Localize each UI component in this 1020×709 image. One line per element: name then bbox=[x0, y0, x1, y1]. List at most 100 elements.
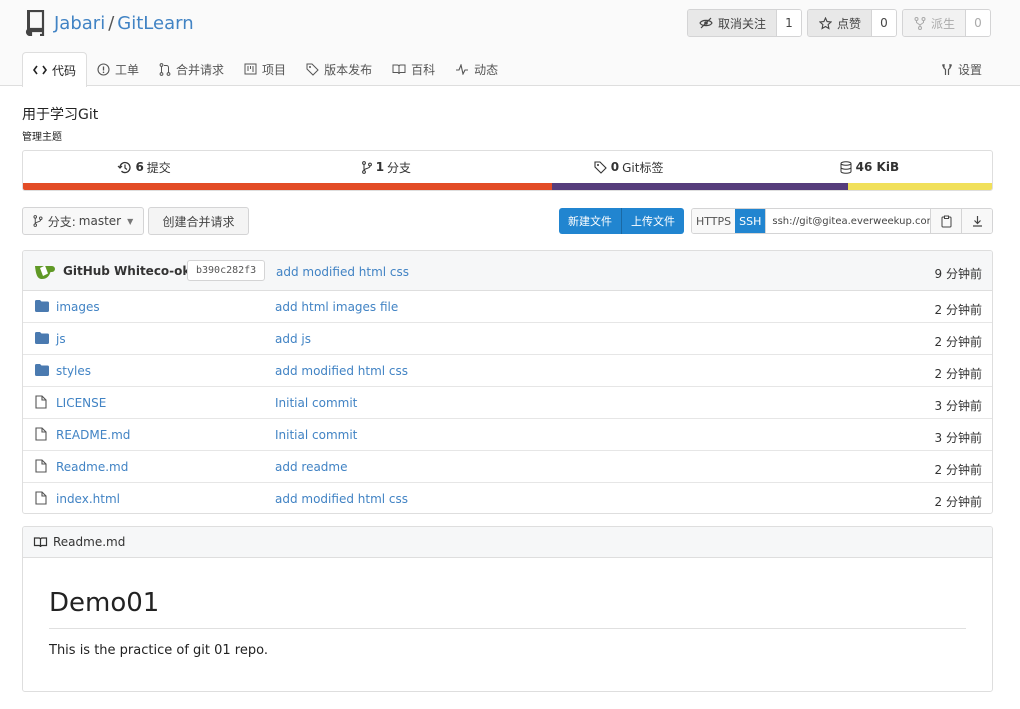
branches-count: 1 bbox=[375, 160, 385, 174]
book-icon bbox=[392, 64, 406, 75]
branches-stat[interactable]: 1 分支 bbox=[265, 159, 507, 176]
tags-label: Git标签 bbox=[622, 160, 664, 175]
readme-header: Readme.md bbox=[23, 527, 992, 558]
file-commit-link[interactable]: add modified html css bbox=[275, 492, 408, 506]
fork-button[interactable]: 派生 0 bbox=[901, 9, 991, 37]
ssh-button[interactable]: SSH bbox=[735, 209, 766, 233]
https-button[interactable]: HTTPS bbox=[692, 209, 736, 233]
download-icon bbox=[972, 216, 982, 227]
issue-icon bbox=[97, 62, 110, 76]
file-commit-link[interactable]: add readme bbox=[275, 460, 348, 474]
file-name-link[interactable]: LICENSE bbox=[56, 396, 106, 410]
copy-url-button[interactable] bbox=[930, 209, 961, 233]
repo-owner-link[interactable]: Jabari bbox=[54, 13, 105, 34]
tab-releases-label: 版本发布 bbox=[324, 62, 373, 77]
commit-message-link[interactable]: add modified html css bbox=[276, 265, 409, 279]
manage-topics-link[interactable]: 管理主题 bbox=[22, 128, 62, 143]
unwatch-label: 取消关注 bbox=[717, 16, 766, 31]
clone-url-input[interactable]: ssh://git@gitea.everweekup.com bbox=[765, 209, 930, 233]
repo-name-link[interactable]: GitLearn bbox=[117, 13, 193, 34]
file-name-link[interactable]: index.html bbox=[56, 492, 120, 506]
tab-settings[interactable]: 设置 bbox=[941, 52, 982, 86]
branches-label: 分支 bbox=[387, 160, 412, 175]
upload-file-button[interactable]: 上传文件 bbox=[621, 208, 684, 234]
tab-wiki[interactable]: 百科 bbox=[382, 52, 445, 86]
repo-header: Jabari / GitLearn 取消关注 1 点赞 0 派生 0 代码 工单… bbox=[0, 0, 1020, 87]
branch-name: master bbox=[78, 214, 122, 228]
tab-projects-label: 项目 bbox=[262, 62, 287, 77]
tab-wiki-label: 百科 bbox=[411, 62, 436, 77]
file-name-link[interactable]: styles bbox=[56, 364, 91, 378]
folder-icon bbox=[35, 332, 49, 344]
tag-icon bbox=[594, 160, 607, 174]
tab-code[interactable]: 代码 bbox=[22, 52, 88, 87]
commits-stat[interactable]: 6 提交 bbox=[23, 159, 265, 176]
file-name-link[interactable]: Readme.md bbox=[56, 460, 128, 474]
file-commit-link[interactable]: add js bbox=[275, 332, 311, 346]
branch-icon bbox=[33, 215, 43, 227]
fork-count[interactable]: 0 bbox=[966, 10, 990, 36]
watch-count[interactable]: 1 bbox=[776, 10, 801, 36]
file-name-link[interactable]: js bbox=[56, 332, 66, 346]
file-age: 2 分钟前 bbox=[934, 303, 982, 317]
database-icon bbox=[840, 160, 852, 174]
unwatch-button[interactable]: 取消关注 1 bbox=[686, 9, 802, 37]
table-row: Readme.md add readme 2 分钟前 bbox=[23, 451, 992, 483]
file-commit-link[interactable]: add modified html css bbox=[275, 364, 408, 378]
table-row: index.html add modified html css 2 分钟前 bbox=[23, 483, 992, 513]
commits-label: 提交 bbox=[146, 160, 171, 175]
file-commit-link[interactable]: Initial commit bbox=[275, 396, 357, 410]
file-age: 2 分钟前 bbox=[934, 463, 982, 477]
file-commit-link[interactable]: Initial commit bbox=[275, 428, 357, 442]
tab-issues[interactable]: 工单 bbox=[87, 52, 149, 86]
tags-stat[interactable]: 0 Git标签 bbox=[508, 159, 750, 176]
file-name-link[interactable]: images bbox=[56, 300, 100, 314]
new-file-button[interactable]: 新建文件 bbox=[559, 208, 621, 234]
new-pull-request-button[interactable]: 创建合并请求 bbox=[148, 207, 249, 235]
tab-pull-requests-label: 合并请求 bbox=[176, 62, 225, 77]
tag-icon bbox=[306, 63, 319, 76]
language-segment bbox=[552, 183, 848, 190]
file-list: images add html images file 2 分钟前 js add js 2… bbox=[23, 291, 992, 513]
file-table: GitHub Whiteco-okie b390c282f3 add modif… bbox=[22, 250, 993, 514]
readme-paragraph: This is the practice of git 01 repo. bbox=[49, 643, 268, 658]
tab-issues-label: 工单 bbox=[115, 62, 140, 77]
tab-releases[interactable]: 版本发布 bbox=[296, 52, 382, 86]
tab-projects[interactable]: 项目 bbox=[234, 52, 296, 86]
file-commit-link[interactable]: add html images file bbox=[275, 300, 398, 314]
repo-size: 46 KiB bbox=[855, 160, 900, 174]
latest-commit-row: GitHub Whiteco-okie b390c282f3 add modif… bbox=[23, 251, 992, 291]
eye-slash-icon bbox=[699, 17, 713, 29]
language-segment bbox=[23, 183, 553, 190]
download-button[interactable] bbox=[961, 209, 992, 233]
file-name-link[interactable]: README.md bbox=[56, 428, 130, 442]
file-age: 2 分钟前 bbox=[934, 367, 982, 381]
table-row: README.md Initial commit 3 分钟前 bbox=[23, 419, 992, 451]
branch-selector[interactable]: 分支: master ▼ bbox=[22, 207, 144, 235]
activity-icon bbox=[456, 63, 469, 75]
folder-icon bbox=[35, 300, 49, 312]
commit-age: 9 分钟前 bbox=[934, 267, 982, 281]
table-row: images add html images file 2 分钟前 bbox=[23, 291, 992, 323]
file-icon bbox=[35, 459, 47, 473]
file-icon bbox=[35, 395, 47, 409]
star-count[interactable]: 0 bbox=[871, 10, 896, 36]
fork-label: 派生 bbox=[930, 16, 955, 31]
star-label: 点赞 bbox=[836, 16, 861, 31]
history-icon bbox=[118, 161, 132, 173]
tags-count: 0 bbox=[610, 160, 620, 174]
commit-author[interactable]: GitHub Whiteco-okie bbox=[63, 264, 203, 278]
file-actions: 新建文件 上传文件 bbox=[559, 208, 684, 234]
clipboard-icon bbox=[941, 215, 951, 227]
readme-panel: Readme.md Demo01 This is the practice of… bbox=[22, 526, 993, 692]
repo-title: Jabari / GitLearn bbox=[24, 10, 194, 36]
file-age: 3 分钟前 bbox=[934, 399, 982, 413]
tab-activity-label: 动态 bbox=[474, 62, 499, 77]
star-button[interactable]: 点赞 0 bbox=[806, 9, 897, 37]
project-icon bbox=[244, 63, 257, 75]
file-age: 2 分钟前 bbox=[934, 335, 982, 349]
commit-sha-button[interactable]: b390c282f3 bbox=[187, 260, 266, 281]
tab-activity[interactable]: 动态 bbox=[445, 52, 508, 86]
repo-description: 用于学习Git bbox=[22, 107, 99, 123]
tab-pull-requests[interactable]: 合并请求 bbox=[149, 52, 234, 86]
